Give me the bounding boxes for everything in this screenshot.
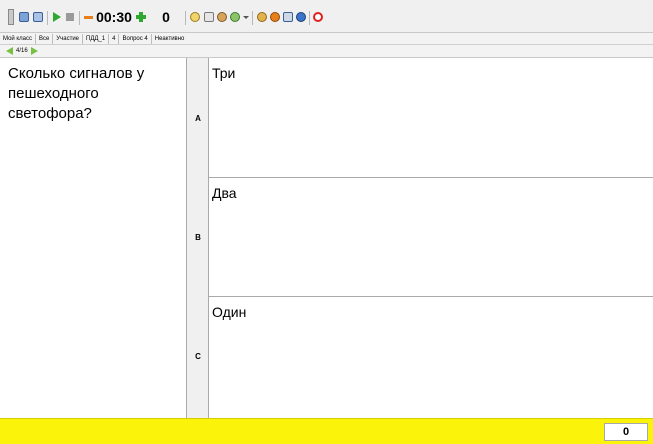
- participation-filter[interactable]: Участие: [53, 33, 84, 44]
- help-icon[interactable]: [295, 11, 307, 23]
- question-position: 4/16: [16, 48, 28, 54]
- tools-icon[interactable]: [189, 11, 201, 23]
- subject-name: ПДД_1: [83, 33, 110, 44]
- next-arrow-icon[interactable]: [30, 47, 38, 55]
- plus-icon[interactable]: [135, 11, 147, 23]
- group-icon[interactable]: [269, 11, 281, 23]
- answer-text: Три: [212, 65, 236, 81]
- users-icon[interactable]: [216, 11, 228, 23]
- person-icon[interactable]: [256, 11, 268, 23]
- answer-option-c[interactable]: Один: [209, 297, 653, 418]
- close-icon[interactable]: [312, 11, 324, 23]
- question-text: Сколько сигналов у пешеходного светофора…: [8, 65, 145, 122]
- score-display: 0: [162, 9, 170, 25]
- answer-label-b: B: [195, 233, 201, 242]
- all-filter[interactable]: Все: [36, 33, 54, 44]
- status-text: Неактивно: [154, 35, 185, 42]
- question-nav: 4/16: [0, 45, 653, 58]
- minus-icon[interactable]: [82, 11, 94, 23]
- table-icon[interactable]: [282, 11, 294, 23]
- grip-icon[interactable]: [8, 9, 14, 25]
- timer-display: 00:30: [96, 9, 132, 25]
- answer-text: Один: [212, 304, 247, 320]
- subject-count: 4: [109, 33, 120, 44]
- class-filter[interactable]: Мой класс: [0, 33, 36, 44]
- dropdown-icon[interactable]: [242, 12, 250, 22]
- question-number: Вопрос 4: [119, 33, 152, 44]
- toolbar: 00:30 0: [0, 0, 653, 33]
- list-icon[interactable]: [203, 11, 215, 23]
- bottom-status-bar: 0: [0, 418, 653, 444]
- stop-icon[interactable]: [64, 11, 76, 23]
- window-icon[interactable]: [32, 11, 44, 23]
- answer-option-b[interactable]: Два: [209, 178, 653, 297]
- play-icon[interactable]: [51, 11, 63, 23]
- answer-text: Два: [212, 185, 237, 201]
- settings-icon[interactable]: [229, 11, 241, 23]
- answer-option-a[interactable]: Три: [209, 58, 653, 178]
- prev-arrow-icon[interactable]: [6, 47, 13, 55]
- question-panel: Сколько сигналов у пешеходного светофора…: [0, 58, 187, 418]
- grid-icon[interactable]: [18, 11, 30, 23]
- answer-label-a: A: [195, 114, 201, 123]
- score-box: 0: [604, 423, 648, 441]
- answer-label-c: C: [195, 352, 201, 361]
- info-bar: Мой класс Все Участие ПДД_1 4 Вопрос 4 Н…: [0, 33, 653, 45]
- answer-labels-column: A B C: [187, 58, 209, 418]
